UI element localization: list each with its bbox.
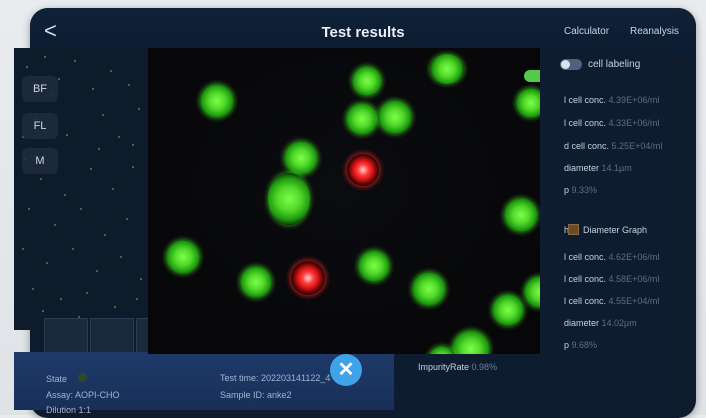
diameter-graph-checkbox[interactable] — [568, 224, 579, 235]
live-cell — [516, 88, 540, 118]
cell-labeling-toggle[interactable] — [560, 59, 582, 70]
live-cell — [452, 330, 490, 354]
live-cell — [492, 294, 524, 326]
mode-m-button[interactable]: M — [22, 148, 58, 174]
dead-cell — [346, 153, 380, 187]
live-cell — [524, 276, 540, 308]
live-cell — [430, 54, 464, 84]
cell-labeling-label: cell labeling — [588, 59, 641, 70]
live-cell — [200, 84, 234, 118]
result-row: l cell conc. 4.62E+06/ml — [564, 252, 660, 262]
overlay-toggle[interactable] — [524, 70, 540, 82]
state-indicator-icon — [78, 373, 87, 382]
live-cell — [358, 250, 390, 282]
mode-fl-button[interactable]: FL — [22, 113, 58, 139]
live-cell — [504, 198, 538, 232]
live-cell — [352, 66, 382, 96]
diameter-graph-label: Diameter Graph — [583, 225, 648, 235]
result-row: diameter 14.1µm — [564, 163, 632, 173]
live-cell — [240, 266, 272, 298]
state-label: State — [46, 374, 68, 384]
live-cell — [412, 272, 446, 306]
thumbnail-slot-2[interactable] — [90, 318, 134, 354]
mode-bf-button[interactable]: BF — [22, 76, 58, 102]
live-cell — [346, 103, 378, 135]
assay-text: Assay: AOPI-CHO — [46, 390, 120, 400]
sample-id-text: Sample ID: anke2 — [220, 390, 292, 400]
result-row: d cell conc. 5.25E+04/ml — [564, 141, 663, 151]
fluorescence-image[interactable] — [148, 48, 540, 354]
reanalysis-button[interactable]: Reanalysis — [630, 26, 679, 37]
result-row: diameter 14.02µm — [564, 318, 637, 328]
dead-cell — [290, 260, 326, 296]
live-cell — [378, 100, 412, 134]
result-row: l cell conc. 4.58E+06/ml — [564, 274, 660, 284]
thumbnail-slot-1[interactable] — [44, 318, 88, 354]
test-time-text: Test time: 202203141122_4 — [220, 373, 331, 383]
live-cell — [268, 173, 310, 225]
live-cell — [166, 240, 200, 274]
dilution-text: Dilution 1:1 — [46, 405, 92, 415]
close-icon[interactable]: ✕ — [330, 354, 362, 386]
result-row: p 9.68% — [564, 340, 598, 350]
calculator-button[interactable]: Calculator — [564, 26, 609, 37]
result-row: l cell conc. 4.55E+04/ml — [564, 296, 660, 306]
result-row: l cell conc. 4.39E+06/ml — [564, 95, 660, 105]
result-row: l cell conc. 4.33E+06/ml — [564, 118, 660, 128]
result-row: p 9.33% — [564, 185, 598, 195]
impurity-rate: ImpurityRate 0.98% — [418, 362, 498, 372]
live-cell — [284, 141, 318, 175]
